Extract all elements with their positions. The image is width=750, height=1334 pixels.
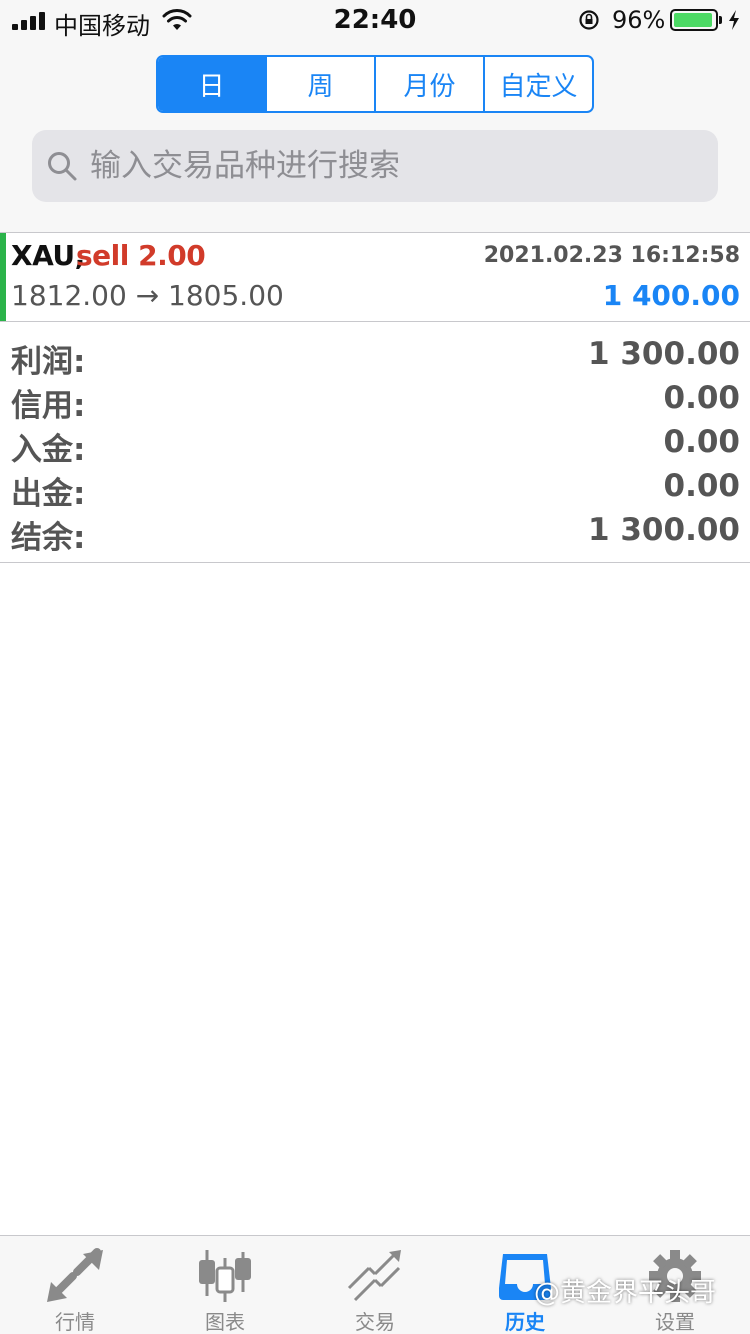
period-tab-day[interactable]: 日 [158,57,267,111]
trade-symbol: XAU, [11,239,85,272]
summary-value: 1 300.00 [588,336,740,372]
battery-level-fill [674,13,713,27]
summary-row-withdrawal: 出金: 0.00 [0,464,750,512]
period-segmented-control: 日 周 月份 自定义 [156,55,594,113]
quotes-icon [47,1248,103,1302]
tab-quotes[interactable]: 行情 [0,1236,150,1334]
summary-label: 利润: [11,344,86,380]
tab-label: 图表 [205,1310,245,1334]
trade-icon [347,1250,401,1302]
trade-action: sell 2.00 [76,239,206,272]
battery-percentage: 96% [612,6,666,34]
charging-bolt-icon [729,10,739,30]
summary-row-balance: 结余: 1 300.00 [0,508,750,556]
status-bar: 中国移动 22:40 96% [0,0,750,40]
summary-row-credit: 信用: 0.00 [0,376,750,424]
summary-label: 入金: [11,432,86,468]
tab-label: 交易 [355,1310,395,1334]
battery-icon [670,9,718,31]
summary-value: 1 300.00 [588,512,740,548]
period-tab-week[interactable]: 周 [267,57,376,111]
summary-value: 0.00 [663,468,741,504]
rotation-lock-icon [579,10,599,30]
history-header: 日 周 月份 自定义 [0,40,750,232]
tab-label: 行情 [55,1310,95,1334]
summary-row-profit: 利润: 1 300.00 [0,332,750,380]
search-input[interactable] [90,130,700,202]
tab-trade[interactable]: 交易 [300,1236,450,1334]
chart-icon [199,1250,251,1302]
search-icon [48,152,77,181]
tab-label: 设置 [655,1310,695,1334]
account-summary: 利润: 1 300.00 信用: 0.00 入金: 0.00 出金: 0.00 … [0,322,750,563]
period-tab-custom[interactable]: 自定义 [485,57,592,111]
tab-chart[interactable]: 图表 [150,1236,300,1334]
trade-datetime: 2021.02.23 16:12:58 [483,243,740,268]
trade-row[interactable]: XAU, sell 2.00 2021.02.23 16:12:58 1812.… [0,232,750,322]
watermark: @黄金界平头哥 [534,1278,717,1308]
period-tab-month[interactable]: 月份 [376,57,485,111]
summary-row-deposit: 入金: 0.00 [0,420,750,468]
search-bar[interactable] [32,130,718,202]
trade-status-marker [0,233,6,321]
tab-label: 历史 [505,1310,545,1334]
trade-profit: 1 400.00 [602,279,740,312]
summary-value: 0.00 [663,380,741,416]
summary-label: 信用: [11,388,86,424]
summary-label: 出金: [11,476,86,512]
trade-prices: 1812.00 → 1805.00 [11,279,284,312]
summary-value: 0.00 [663,424,741,460]
summary-label: 结余: [11,520,86,556]
battery-tip [719,16,722,24]
